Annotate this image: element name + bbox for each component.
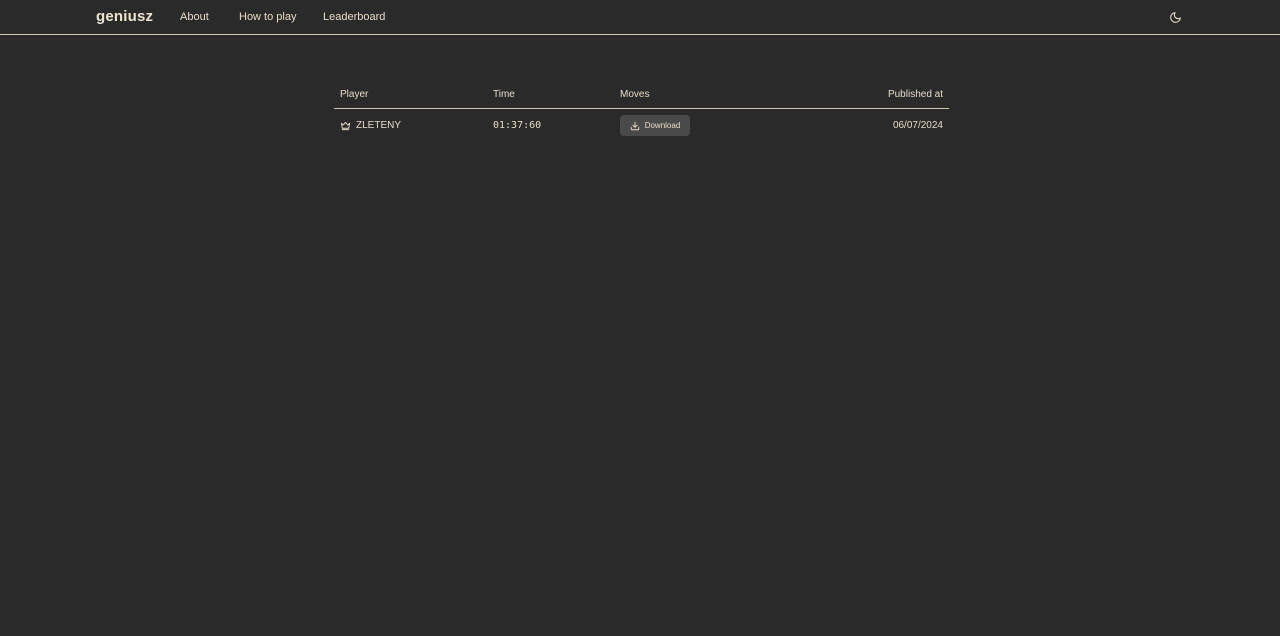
- player-name[interactable]: ZLETENY: [356, 120, 401, 131]
- download-icon: [630, 121, 639, 130]
- nav-leaderboard[interactable]: Leaderboard: [323, 11, 385, 23]
- column-header-time[interactable]: Time: [493, 89, 515, 100]
- leaderboard-table: Player Time Moves Published at ZLETENY 0…: [334, 82, 949, 141]
- moon-icon: [1169, 11, 1181, 23]
- column-header-published-at[interactable]: Published at: [888, 89, 943, 100]
- player-cell: ZLETENY: [340, 120, 401, 131]
- top-navbar: geniusz About How to play Leaderboard: [0, 0, 1280, 35]
- download-moves-button[interactable]: Download: [620, 115, 690, 136]
- brand-logo[interactable]: geniusz: [96, 8, 153, 25]
- download-label: Download: [644, 121, 681, 130]
- crown-icon: [340, 121, 351, 131]
- time-value: 01:37:60: [493, 120, 542, 131]
- nav-how-to-play[interactable]: How to play: [239, 11, 296, 23]
- nav-about[interactable]: About: [180, 11, 209, 23]
- published-date: 06/07/2024: [892, 120, 943, 131]
- table-row: ZLETENY 01:37:60 Download 06/07/2024: [334, 109, 949, 141]
- column-header-player[interactable]: Player: [340, 89, 368, 100]
- theme-toggle-button[interactable]: [1166, 8, 1184, 26]
- table-header: Player Time Moves Published at: [334, 82, 949, 109]
- column-header-moves[interactable]: Moves: [620, 89, 649, 100]
